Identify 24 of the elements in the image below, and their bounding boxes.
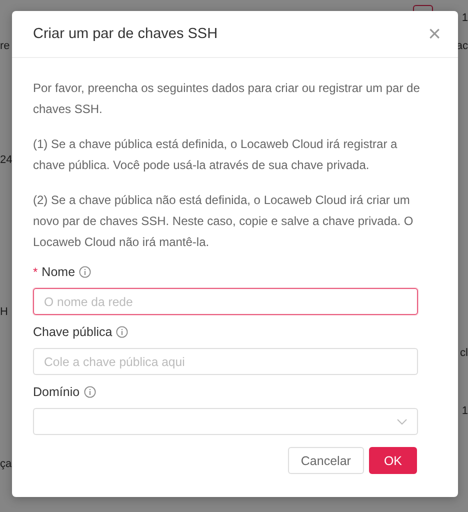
background-text: cl <box>460 346 468 361</box>
description-text: Por favor, preencha os seguintes dados para criar ou registrar um par de chaves SSH. <box>33 80 421 118</box>
field-label: Domínio <box>33 385 80 399</box>
info-icon[interactable] <box>79 266 92 278</box>
background-text: 24 <box>0 153 12 168</box>
description-text: (2) Se a chave pública não está definida, o Locaweb Cloud irá criar um novo par de chaves SSH. Neste caso, copie e salve a chave privada. O Locaweb Cloud não irá mantê-la. <box>33 192 414 251</box>
dropdown-field[interactable] <box>33 408 418 435</box>
close-button[interactable]: × <box>428 24 441 44</box>
background-text: 1 <box>462 404 468 419</box>
background-text: re <box>0 39 10 54</box>
background-text: ça <box>0 457 12 472</box>
ok-button[interactable]: OK <box>368 447 417 474</box>
description-text: (1) Se a chave pública está definida, o Locaweb Cloud irá registrar a chave pública. Você pode usá-la através de sua chave privada. <box>33 136 398 174</box>
info-icon[interactable] <box>84 386 96 398</box>
input-field[interactable]: O nome da rede <box>33 288 418 315</box>
dialog-title: Criar um par de chaves SSH <box>33 26 218 42</box>
cancel-button[interactable]: Cancelar <box>288 447 364 474</box>
chevron-down-icon <box>397 418 407 424</box>
required-asterisk: * <box>33 265 38 279</box>
field-label: Chave pública <box>33 325 112 339</box>
background-text: H <box>0 305 8 320</box>
field-label: Nome <box>42 265 76 279</box>
background-text: 1 <box>462 11 468 26</box>
info-icon[interactable] <box>116 326 128 338</box>
